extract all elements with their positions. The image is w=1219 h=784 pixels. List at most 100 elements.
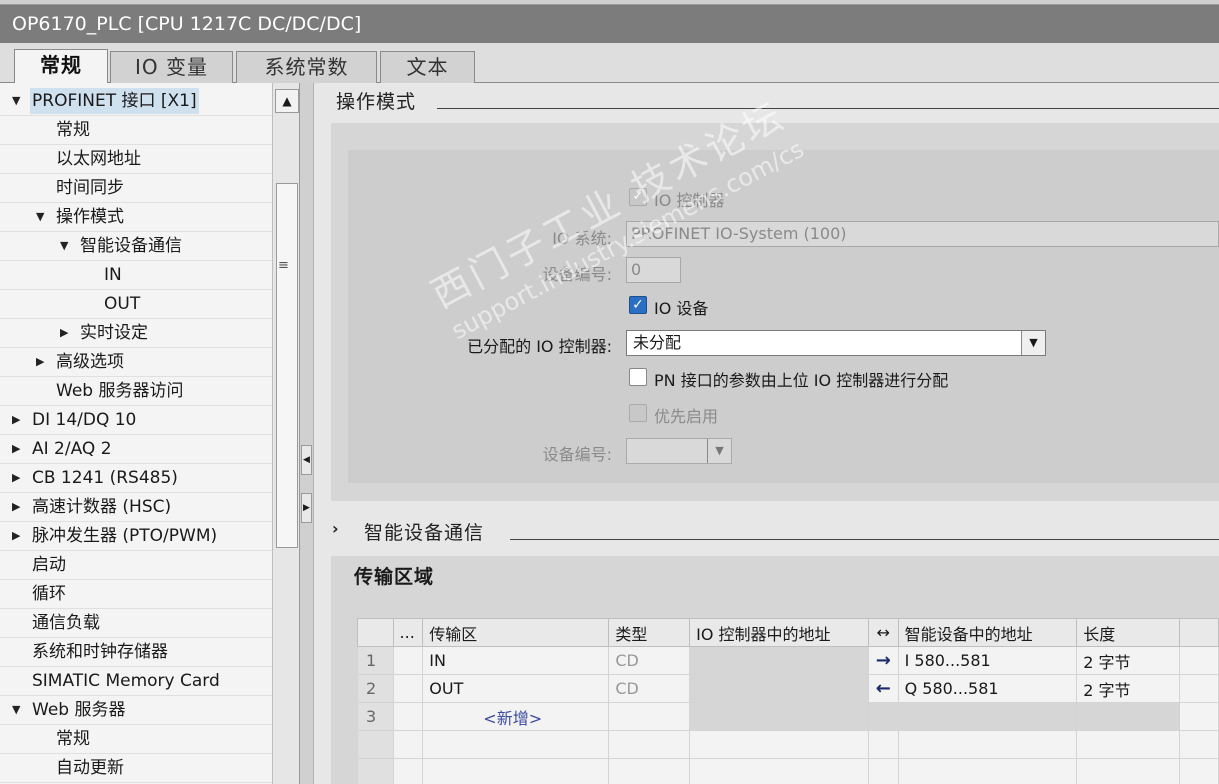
tree-item-cb1241[interactable]: ▶ CB 1241 (RS485) [0,464,272,493]
scroll-thumb[interactable] [276,183,298,548]
row-number: 2 [357,674,394,703]
transfer-area-title: 传输区域 [354,566,435,588]
row-more[interactable] [392,702,424,731]
expand-icon[interactable]: ▼ [12,696,20,724]
add-new-row[interactable]: <新增> [422,702,610,731]
chevron-down-icon[interactable]: ▼ [1021,331,1045,355]
tree-scrollbar[interactable]: ▲ ≡ [272,83,299,784]
row-number: 3 [357,702,394,731]
tree-item-di-dq[interactable]: ▶ DI 14/DQ 10 [0,406,272,435]
direction-cell [867,702,899,731]
io-device-label: IO 设备 [654,299,709,318]
assigned-controller-select[interactable]: 未分配 ▼ [626,330,1046,356]
tab-general[interactable]: 常规 [14,49,108,84]
controller-address [689,674,869,703]
tree-item-general[interactable]: 常规 [0,116,272,145]
tree-item-in[interactable]: IN [0,261,272,290]
operating-mode-title: 操作模式 [336,91,417,113]
column-header-controller-address[interactable]: IO 控制器中的地址 [689,618,869,647]
tree-item-web-general[interactable]: 常规 [0,725,272,754]
tree-item-web-server-access[interactable]: Web 服务器访问 [0,377,272,406]
empty-cell [1076,730,1180,759]
transfer-type [608,702,691,731]
expand-icon[interactable]: ▶ [36,348,44,376]
transfer-area-name[interactable]: IN [422,646,610,675]
tree-item-hsc[interactable]: ▶ 高速计数器 (HSC) [0,493,272,522]
tree-item-operating-mode[interactable]: ▼ 操作模式 [0,203,272,232]
tree-item-web-server[interactable]: ▼ Web 服务器 [0,696,272,725]
row-number [357,758,394,784]
empty-cell [608,730,691,759]
column-header-transfer-area[interactable]: 传输区 [422,618,610,647]
arrow-left-icon: ← [867,674,899,703]
device-address[interactable]: Q 580...581 [897,674,1078,703]
io-device-checkbox[interactable]: ✓ [629,296,647,314]
tree-item-memory-card[interactable]: SIMATIC Memory Card [0,667,272,696]
expand-icon[interactable]: ▶ [60,319,68,347]
tree-item-cycle[interactable]: 循环 [0,580,272,609]
expand-icon[interactable]: ▶ [12,435,20,463]
expand-right-icon[interactable]: ▶ [301,493,312,523]
empty-cell [1076,758,1180,784]
table-row-new[interactable]: 3 <新增> [357,702,1219,731]
tree-item-out[interactable]: OUT [0,290,272,319]
column-header-more[interactable]: ... [392,618,424,647]
table-row[interactable]: 2 OUT CD ← Q 580...581 2 字节 [357,674,1219,703]
empty-cell [392,730,424,759]
io-system-field: PROFINET IO-System (100) [626,221,1219,247]
table-row-empty [357,730,1219,759]
column-header-device-address[interactable]: 智能设备中的地址 [897,618,1078,647]
tab-system-constants[interactable]: 系统常数 [236,51,377,83]
tree-item-profinet-interface[interactable]: ▼ PROFINET 接口 [X1] [0,87,272,116]
row-more[interactable] [392,674,424,703]
transfer-length[interactable]: 2 字节 [1076,674,1180,703]
tab-bar: 常规 IO 变量 系统常数 文本 [0,43,1219,84]
transfer-length[interactable]: 2 字节 [1076,646,1180,675]
tree-item-startup[interactable]: 启动 [0,551,272,580]
expand-icon[interactable]: ▼ [36,203,44,231]
table-row-empty [357,758,1219,784]
priority-startup-label: 优先启用 [654,407,719,426]
tree-item-ai-aq[interactable]: ▶ AI 2/AQ 2 [0,435,272,464]
chevron-right-icon[interactable]: › [332,519,340,538]
tree-item-advanced-options[interactable]: ▶ 高级选项 [0,348,272,377]
scroll-up-icon[interactable]: ▲ [275,89,299,113]
row-more[interactable] [392,646,424,675]
device-address[interactable]: I 580...581 [897,646,1078,675]
expand-icon[interactable]: ▶ [12,464,20,492]
empty-cell [867,730,899,759]
tree-item-pulse-generator[interactable]: ▶ 脉冲发生器 (PTO/PWM) [0,522,272,551]
extra-cell [1178,646,1219,675]
table-header: ... 传输区 类型 IO 控制器中的地址 ↔ 智能设备中的地址 长度 [357,618,1219,647]
device-number2-select: ▼ [626,438,732,464]
expand-icon[interactable]: ▶ [12,522,20,550]
tree-item-time-sync[interactable]: 时间同步 [0,174,272,203]
expand-icon[interactable]: ▶ [12,406,20,434]
table-row[interactable]: 1 IN CD → I 580...581 2 字节 [357,646,1219,675]
tree-item-smart-device-comm[interactable]: ▼ 智能设备通信 [0,232,272,261]
device-number-label: 设备编号: [542,265,612,284]
smart-device-title[interactable]: 智能设备通信 [364,518,484,545]
assigned-controller-value: 未分配 [633,333,682,352]
collapse-left-icon[interactable]: ◀ [301,445,312,475]
tree-item-realtime-settings[interactable]: ▶ 实时设定 [0,319,272,348]
tree-item-comm-load[interactable]: 通信负载 [0,609,272,638]
column-header-direction[interactable]: ↔ [867,618,899,647]
tree-item-ethernet-address[interactable]: 以太网地址 [0,145,272,174]
transfer-table: ... 传输区 类型 IO 控制器中的地址 ↔ 智能设备中的地址 长度 1 IN… [357,618,1219,784]
row-number [357,730,394,759]
panel-splitter[interactable]: ◀ ▶ [300,83,314,784]
transfer-area-name[interactable]: OUT [422,674,610,703]
tab-io-tags[interactable]: IO 变量 [110,51,233,83]
expand-icon[interactable]: ▶ [12,493,20,521]
tab-texts[interactable]: 文本 [380,51,475,83]
transfer-length [1076,702,1180,731]
tree-item-system-clock-memory[interactable]: 系统和时钟存储器 [0,638,272,667]
pn-param-checkbox[interactable] [629,368,647,386]
expand-icon[interactable]: ▼ [60,232,68,260]
tree-item-auto-update[interactable]: 自动更新 [0,754,272,783]
grip-icon: ≡ [278,258,289,273]
expand-icon[interactable]: ▼ [12,87,20,115]
column-header-length[interactable]: 长度 [1076,618,1180,647]
column-header-type[interactable]: 类型 [608,618,691,647]
